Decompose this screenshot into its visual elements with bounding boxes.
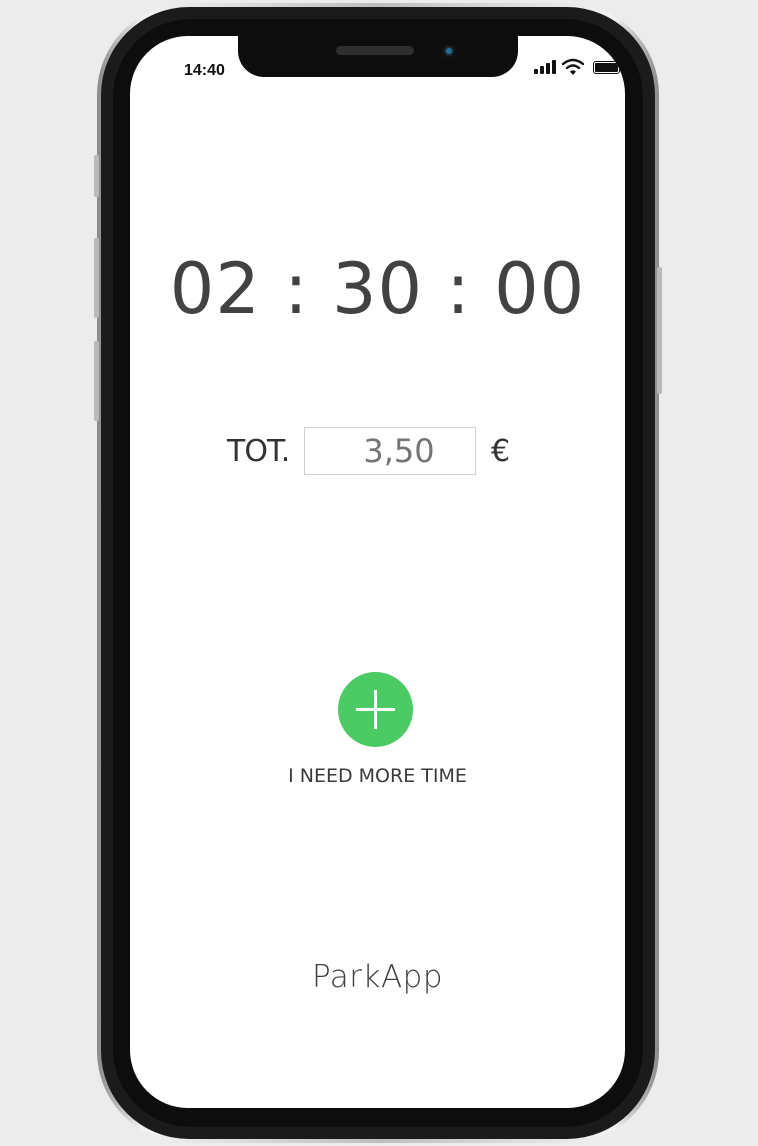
power-button [657, 267, 662, 394]
front-camera-icon [441, 43, 457, 59]
add-time-label[interactable]: I NEED MORE TIME [130, 765, 625, 787]
amount-field[interactable] [304, 427, 476, 475]
volume-up-button [94, 238, 99, 318]
app-screen: 14:40 02 : 30 : 00 TOT. € I [130, 36, 625, 1108]
speaker-grille [336, 46, 414, 55]
device-mockup: 14:40 02 : 30 : 00 TOT. € I [0, 0, 758, 1146]
notch [238, 36, 518, 77]
battery-icon [593, 61, 623, 74]
total-cost-row: TOT. € [227, 425, 547, 477]
total-label: TOT. [227, 434, 290, 469]
add-time-button[interactable] [338, 672, 413, 747]
app-name: ParkApp [311, 959, 444, 995]
parking-timer: 02 : 30 : 00 [169, 248, 586, 330]
currency-symbol: € [491, 434, 511, 469]
wifi-icon [562, 58, 584, 75]
status-bar-time: 14:40 [184, 62, 225, 79]
mute-switch [94, 155, 99, 197]
status-bar-icons [534, 58, 623, 78]
volume-down-button [94, 341, 99, 421]
signal-icon [534, 58, 556, 74]
